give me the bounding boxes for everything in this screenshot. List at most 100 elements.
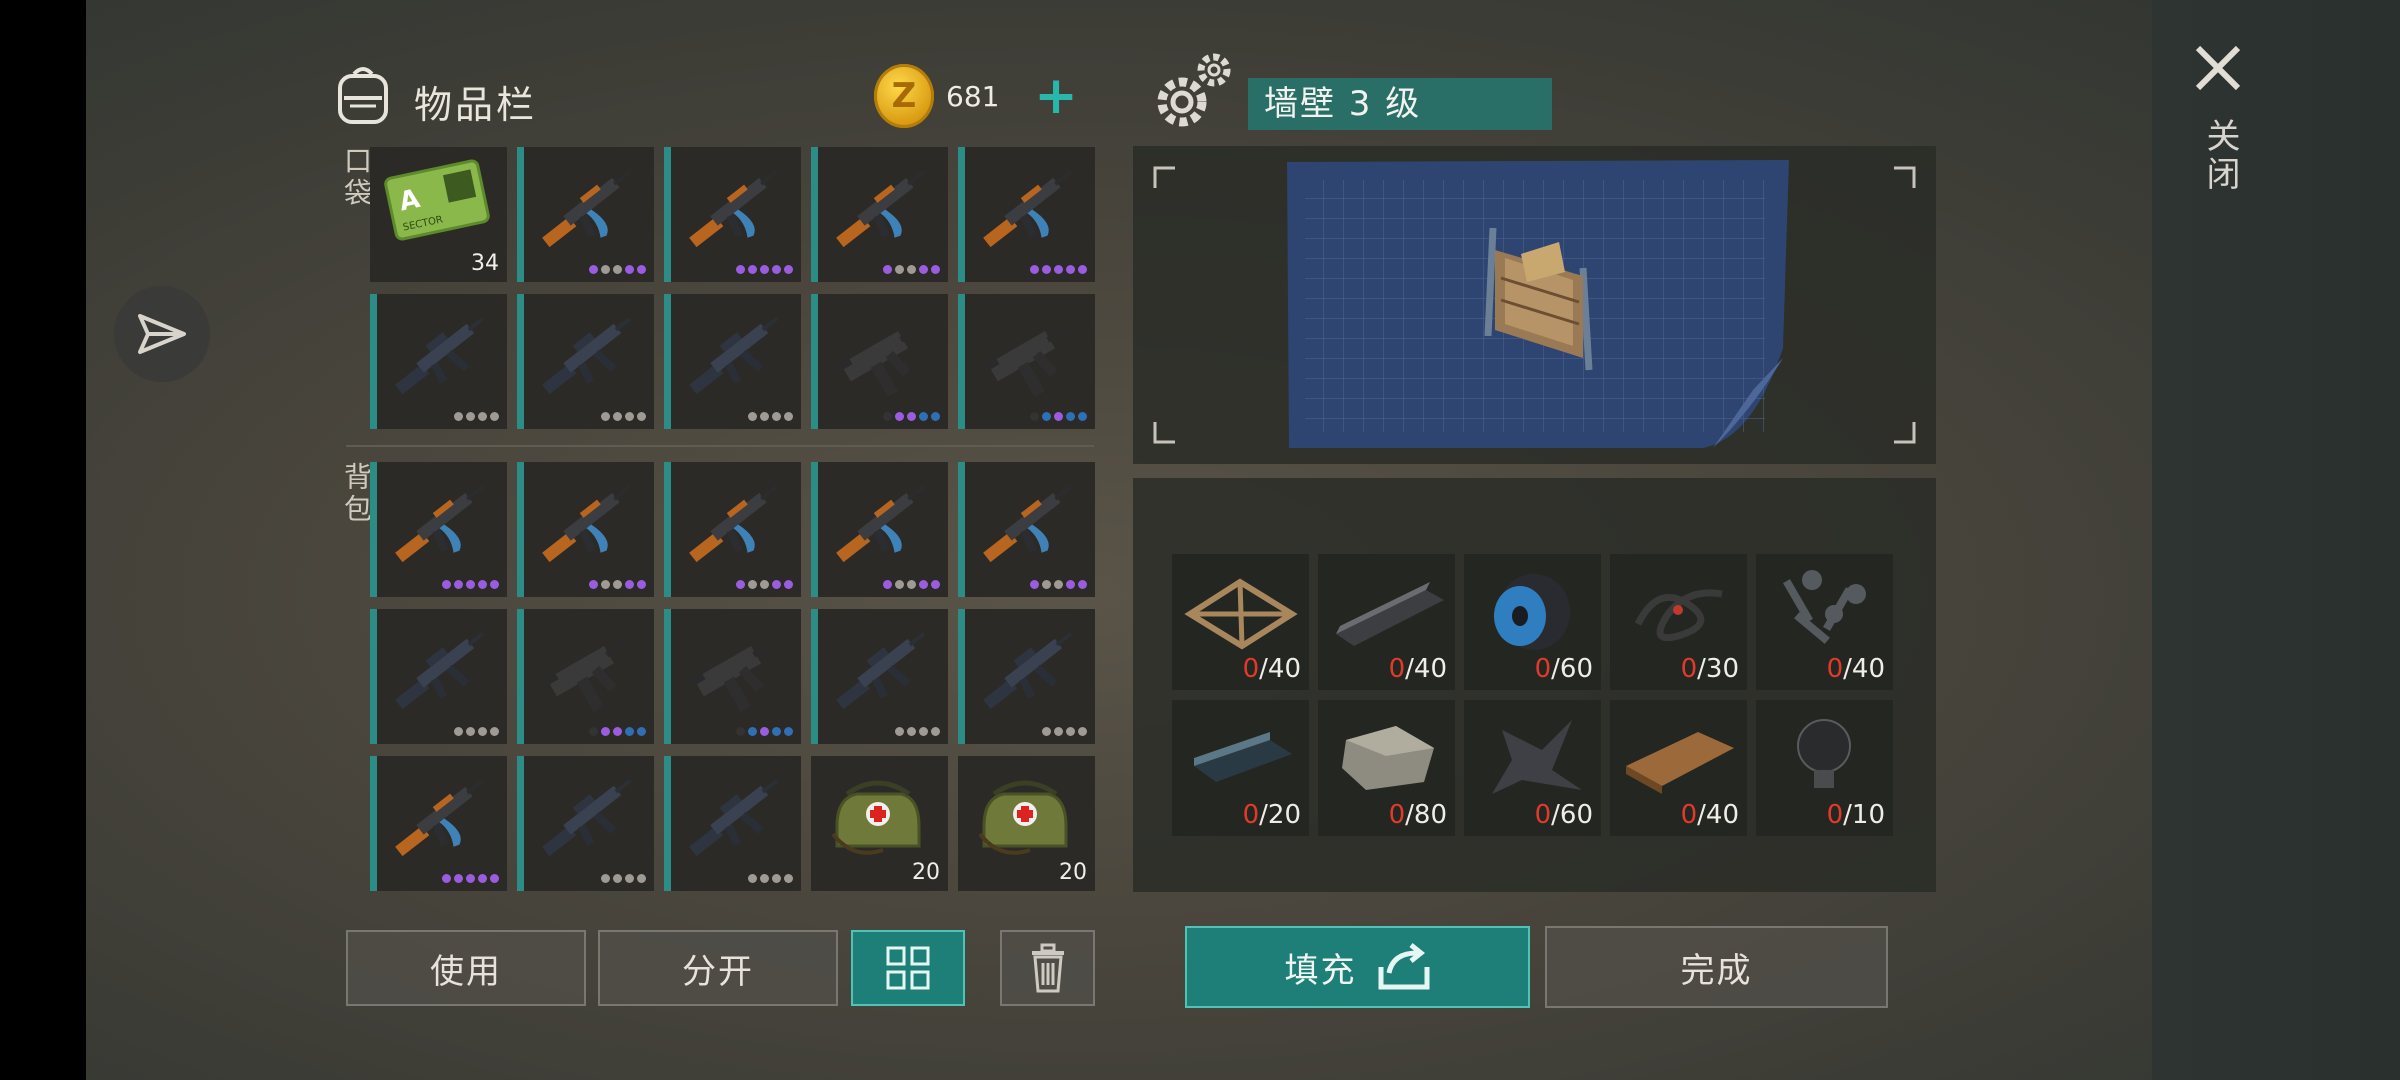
upgrade-dot <box>478 727 487 736</box>
backpack-slot[interactable] <box>958 609 1095 744</box>
resource-slot[interactable]: 0/40 <box>1756 554 1893 690</box>
m16-icon <box>676 302 796 416</box>
upgrade-dot <box>637 412 646 421</box>
upgrade-dot <box>748 412 757 421</box>
upgrade-dots <box>589 580 646 589</box>
pocket-slot[interactable] <box>811 294 948 429</box>
upgrade-dots <box>1030 412 1087 421</box>
fill-icon <box>1378 943 1429 990</box>
upgrade-dot <box>907 412 916 421</box>
backpack-slot[interactable] <box>958 462 1095 597</box>
m16-icon <box>529 302 649 416</box>
backpack-slot[interactable] <box>664 756 801 891</box>
pocket-slot[interactable] <box>664 294 801 429</box>
resource-need: /40 <box>1405 654 1447 684</box>
backpack-icon <box>338 67 388 124</box>
upgrade-dot <box>454 727 463 736</box>
upgrade-dot <box>490 874 499 883</box>
resource-slot[interactable]: 0/10 <box>1756 700 1893 836</box>
pocket-slot[interactable] <box>517 294 654 429</box>
resource-have: 0 <box>1242 654 1260 684</box>
backpack-slot[interactable] <box>664 609 801 744</box>
upgrade-dot <box>931 265 940 274</box>
share-button[interactable] <box>114 286 210 382</box>
resource-slot[interactable]: 0/20 <box>1172 700 1309 836</box>
resource-slot[interactable]: 0/30 <box>1610 554 1747 690</box>
backpack-slot[interactable]: 20 <box>958 756 1095 891</box>
delete-button[interactable] <box>1000 930 1095 1006</box>
upgrade-dots <box>736 580 793 589</box>
upgrade-dot <box>883 580 892 589</box>
upgrade-dots <box>748 874 793 883</box>
upgrade-dot <box>1078 265 1087 274</box>
durability-bar <box>664 294 671 429</box>
upgrade-dot <box>637 874 646 883</box>
resource-amount: 0/40 <box>1681 800 1739 830</box>
ak-icon <box>676 470 796 584</box>
resource-slot[interactable]: 0/60 <box>1464 554 1601 690</box>
fill-button[interactable]: 填充 <box>1185 926 1530 1008</box>
m16-icon <box>382 302 502 416</box>
metal-bar-icon <box>1326 564 1446 658</box>
backpack-slot[interactable] <box>370 756 507 891</box>
upgrade-dots <box>883 412 940 421</box>
craft-title: 墙壁 3 级 <box>1248 78 1552 130</box>
resource-slot[interactable]: 0/40 <box>1610 700 1747 836</box>
durability-bar <box>811 609 818 744</box>
backpack-slot[interactable] <box>370 609 507 744</box>
upgrade-dot <box>748 265 757 274</box>
m16-icon <box>382 617 502 731</box>
backpack-slot[interactable] <box>517 756 654 891</box>
close-button[interactable]: 关闭 <box>2190 40 2250 200</box>
stone-icon <box>1326 710 1446 804</box>
resource-need: /60 <box>1551 800 1593 830</box>
upgrade-dot <box>883 265 892 274</box>
upgrade-dot <box>760 727 769 736</box>
m16-icon <box>529 764 649 878</box>
m16-icon <box>823 617 943 731</box>
upgrade-dot <box>895 580 904 589</box>
backpack-slot[interactable] <box>517 609 654 744</box>
split-button[interactable]: 分开 <box>598 930 838 1006</box>
resource-amount: 0/60 <box>1535 654 1593 684</box>
upgrade-dots <box>454 727 499 736</box>
resource-slot[interactable]: 0/40 <box>1172 554 1309 690</box>
pocket-slot[interactable] <box>370 294 507 429</box>
item-count: 20 <box>1059 860 1087 885</box>
resource-slot[interactable]: 0/60 <box>1464 700 1601 836</box>
upgrade-dot <box>490 412 499 421</box>
pocket-slot[interactable] <box>958 147 1095 282</box>
item-count: 20 <box>912 860 940 885</box>
backpack-slot[interactable] <box>664 462 801 597</box>
sort-button[interactable] <box>851 930 965 1006</box>
close-icon <box>2195 45 2241 91</box>
add-coins-button[interactable]: + <box>1026 66 1086 126</box>
upgrade-dot <box>748 874 757 883</box>
pocket-slot[interactable]: A SECTOR 34 <box>370 147 507 282</box>
resource-amount: 0/60 <box>1535 800 1593 830</box>
backpack-slot[interactable] <box>517 462 654 597</box>
resource-amount: 0/20 <box>1243 800 1301 830</box>
durability-bar <box>517 294 524 429</box>
backpack-slot[interactable] <box>370 462 507 597</box>
upgrade-dot <box>772 265 781 274</box>
pocket-slot[interactable] <box>811 147 948 282</box>
upgrade-dot <box>625 412 634 421</box>
upgrade-dot <box>919 412 928 421</box>
durability-bar <box>517 609 524 744</box>
done-button[interactable]: 完成 <box>1545 926 1888 1008</box>
uzi-icon <box>823 302 943 416</box>
pocket-slot[interactable] <box>958 294 1095 429</box>
pocket-slot[interactable] <box>517 147 654 282</box>
backpack-slot[interactable] <box>811 609 948 744</box>
backpack-slot[interactable]: 20 <box>811 756 948 891</box>
upgrade-dot <box>589 265 598 274</box>
resource-slot[interactable]: 0/80 <box>1318 700 1455 836</box>
resource-slot[interactable]: 0/40 <box>1318 554 1455 690</box>
use-button[interactable]: 使用 <box>346 930 586 1006</box>
upgrade-dot <box>637 727 646 736</box>
upgrade-dot <box>772 727 781 736</box>
pocket-slot[interactable] <box>664 147 801 282</box>
backpack-slot[interactable] <box>811 462 948 597</box>
m16-icon <box>970 617 1090 731</box>
